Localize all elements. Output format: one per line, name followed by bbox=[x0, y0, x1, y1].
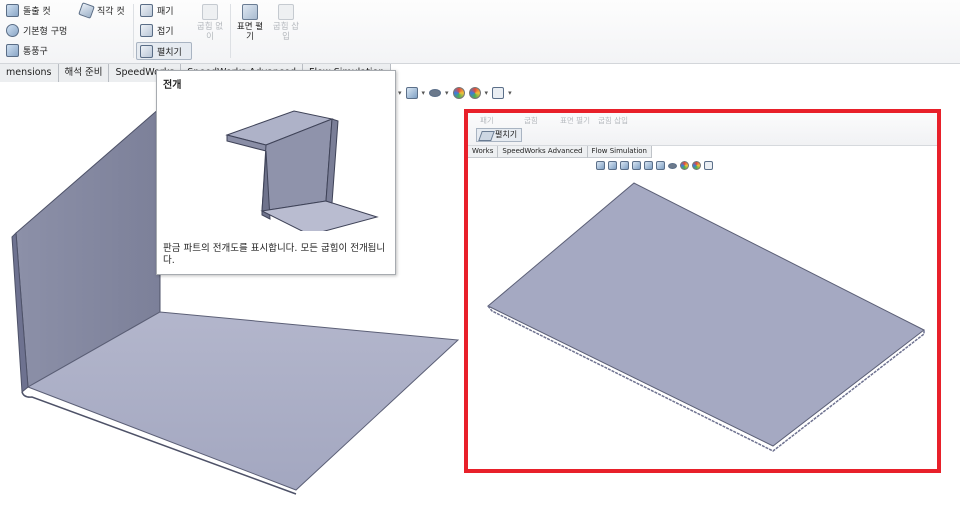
flattened-result-inset: 패기 굽힘 표면 펼기 굽힘 삽입 펼치기 Works SpeedWorks A… bbox=[464, 109, 941, 473]
tab-analysis-prep[interactable]: 해석 준비 bbox=[58, 64, 110, 82]
view-settings-icon[interactable] bbox=[492, 87, 505, 99]
vent-icon bbox=[6, 44, 19, 57]
hole-wizard-button[interactable]: 기본형 구멍 bbox=[6, 24, 67, 37]
dropdown-arrow-icon[interactable]: ▾ bbox=[485, 89, 489, 97]
dropdown-arrow-icon[interactable]: ▾ bbox=[508, 89, 512, 97]
unfold-tooltip: 전개 판금 파트의 전개도를 표시합니다. 모든 굽힘이 전개됩니다. bbox=[156, 70, 396, 275]
jog-button[interactable]: 패기 bbox=[140, 4, 174, 17]
no-bends-button[interactable]: 굽힘 없 이 bbox=[194, 4, 226, 42]
hole-wizard-icon bbox=[6, 24, 19, 37]
tab-dimensions[interactable]: mensions bbox=[0, 64, 59, 82]
fold-icon bbox=[140, 24, 153, 37]
no-bends-icon bbox=[202, 4, 218, 20]
corner-cut-button[interactable]: 직각 컷 bbox=[78, 2, 125, 19]
tooltip-title: 전개 bbox=[163, 80, 182, 91]
flatten-icon bbox=[242, 4, 258, 20]
command-ribbon: 돌출 컷 기본형 구멍 통풍구 직각 컷 패기 접기 펼치기 굽힘 없 이 표면… bbox=[0, 0, 960, 64]
extruded-cut-button[interactable]: 돌출 컷 bbox=[6, 4, 51, 17]
flatten-button[interactable]: 표면 펼 기 bbox=[234, 4, 266, 42]
jog-icon bbox=[140, 4, 153, 17]
apply-scene-icon[interactable] bbox=[468, 87, 481, 99]
insert-bends-button[interactable]: 굽힘 삽 입 bbox=[270, 4, 302, 42]
unfold-button[interactable]: 펼치기 bbox=[140, 45, 182, 58]
extruded-cut-icon bbox=[6, 4, 19, 17]
corner-cut-icon bbox=[78, 2, 95, 19]
vent-button[interactable]: 통풍구 bbox=[6, 44, 48, 57]
insert-bends-icon bbox=[278, 4, 294, 20]
unfold-icon bbox=[140, 45, 153, 58]
flattened-sheet-plate[interactable] bbox=[468, 113, 937, 469]
tooltip-description: 판금 파트의 전개도를 표시합니다. 모든 굽힘이 전개됩니다. bbox=[163, 243, 386, 266]
ribbon-separator bbox=[133, 4, 134, 58]
unfold-preview-image bbox=[225, 110, 379, 231]
ribbon-separator bbox=[230, 4, 231, 58]
fold-button[interactable]: 접기 bbox=[140, 24, 174, 37]
